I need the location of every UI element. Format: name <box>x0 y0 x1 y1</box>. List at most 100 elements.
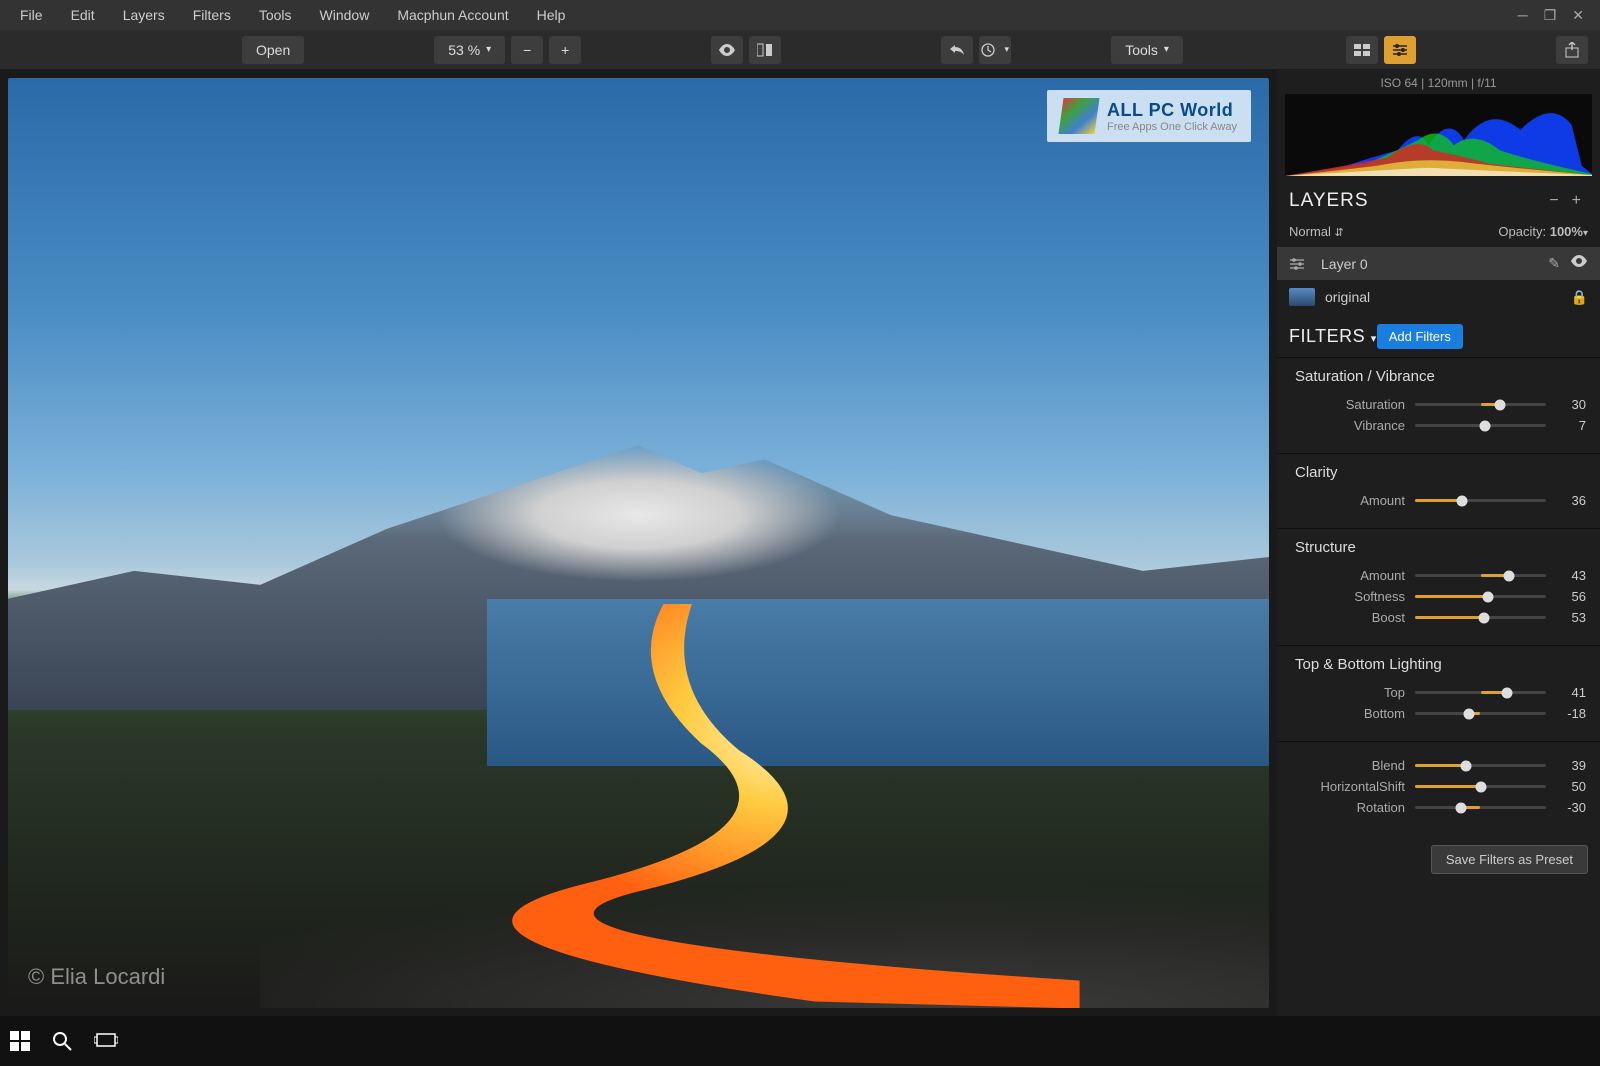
slider-knob[interactable] <box>1463 708 1474 719</box>
slider-value: 56 <box>1556 589 1586 604</box>
zoom-in-button[interactable]: + <box>549 36 581 64</box>
slider-value: 50 <box>1556 779 1586 794</box>
open-button[interactable]: Open <box>242 36 304 64</box>
slider-track[interactable] <box>1415 403 1546 406</box>
filter-group-title: Structure <box>1295 539 1586 556</box>
side-panel: ISO 64 | 120mm | f/11 LAYERS − + Normal … <box>1277 70 1600 1016</box>
slider-knob[interactable] <box>1483 591 1494 602</box>
slider-row: Bottom -18 <box>1295 706 1586 721</box>
chevron-down-icon: ▾ <box>1164 44 1169 55</box>
slider-label: Vibrance <box>1295 418 1405 433</box>
filter-group: Blend 39 HorizontalShift 50 Rotation -30 <box>1277 741 1600 835</box>
slider-knob[interactable] <box>1461 760 1472 771</box>
menu-help[interactable]: Help <box>523 1 580 29</box>
canvas-area[interactable]: © Elia Locardi ALL PC World Free Apps On… <box>0 70 1277 1016</box>
filter-group: Clarity Amount36 <box>1277 453 1600 528</box>
slider-row: Amount43 <box>1295 568 1586 583</box>
slider-value: -18 <box>1556 706 1586 721</box>
window-controls: ─ ❐ ✕ <box>1518 7 1594 24</box>
filter-group: Saturation / VibranceSaturation30Vibranc… <box>1277 357 1600 453</box>
minimize-icon[interactable]: ─ <box>1518 7 1528 24</box>
chevron-down-icon: ▾ <box>486 44 491 55</box>
slider-track[interactable] <box>1415 691 1546 694</box>
zoom-out-button[interactable]: − <box>511 36 543 64</box>
history-button[interactable]: ▾ <box>979 36 1011 64</box>
opacity-dropdown[interactable]: 100%▾ <box>1550 224 1588 239</box>
slider-knob[interactable] <box>1457 495 1468 506</box>
remove-layer-button[interactable]: − <box>1543 192 1565 210</box>
adjust-panel-button[interactable] <box>1384 36 1416 64</box>
presets-panel-button[interactable] <box>1346 36 1378 64</box>
slider-knob[interactable] <box>1495 399 1506 410</box>
chevron-down-icon: ▾ <box>1004 44 1009 55</box>
slider-row: Blend 39 <box>1295 758 1586 773</box>
taskview-icon[interactable] <box>94 1032 118 1050</box>
opacity-label: Opacity: <box>1498 224 1546 239</box>
slider-label: Top <box>1295 685 1405 700</box>
menu-edit[interactable]: Edit <box>57 1 109 29</box>
slider-value: -30 <box>1556 800 1586 815</box>
slider-track[interactable] <box>1415 806 1546 809</box>
menu-window[interactable]: Window <box>306 1 384 29</box>
chevron-down-icon: ▾ <box>1583 228 1588 239</box>
compare-button[interactable] <box>749 36 781 64</box>
slider-value: 30 <box>1556 397 1586 412</box>
slider-label: Blend <box>1295 758 1405 773</box>
slider-knob[interactable] <box>1479 612 1490 623</box>
slider-label: Rotation <box>1295 800 1405 815</box>
watermark-logo-icon <box>1058 98 1099 134</box>
start-icon[interactable] <box>10 1031 30 1051</box>
slider-knob[interactable] <box>1480 420 1491 431</box>
filter-group-title: Clarity <box>1295 464 1586 481</box>
brush-icon[interactable]: ✎ <box>1548 255 1560 272</box>
slider-track[interactable] <box>1415 785 1546 788</box>
slider-track[interactable] <box>1415 499 1546 502</box>
slider-knob[interactable] <box>1475 781 1486 792</box>
undo-button[interactable] <box>941 36 973 64</box>
blend-mode-dropdown[interactable]: Normal ⇵ <box>1289 224 1344 239</box>
slider-track[interactable] <box>1415 595 1546 598</box>
menu-tools[interactable]: Tools <box>245 1 306 29</box>
save-preset-button[interactable]: Save Filters as Preset <box>1431 845 1588 874</box>
chevron-down-icon: ▾ <box>1371 333 1377 345</box>
menu-file[interactable]: File <box>6 1 57 29</box>
maximize-icon[interactable]: ❐ <box>1544 7 1557 24</box>
histogram[interactable] <box>1285 94 1592 176</box>
preview-button[interactable] <box>711 36 743 64</box>
menu-macphun-account[interactable]: Macphun Account <box>383 1 522 29</box>
photo-credit: © Elia Locardi <box>28 964 165 990</box>
add-filters-button[interactable]: Add Filters <box>1377 324 1463 349</box>
slider-label: HorizontalShift <box>1295 779 1405 794</box>
slider-label: Bottom <box>1295 706 1405 721</box>
slider-track[interactable] <box>1415 424 1546 427</box>
slider-knob[interactable] <box>1503 570 1514 581</box>
slider-track[interactable] <box>1415 764 1546 767</box>
search-icon[interactable] <box>52 1031 72 1051</box>
menu-filters[interactable]: Filters <box>179 1 245 29</box>
slider-value: 7 <box>1556 418 1586 433</box>
add-layer-button[interactable]: + <box>1566 192 1588 210</box>
slider-label: Amount <box>1295 493 1405 508</box>
zoom-dropdown[interactable]: 53 %▾ <box>434 36 505 64</box>
export-button[interactable] <box>1556 36 1588 64</box>
layer-name: Layer 0 <box>1321 256 1538 272</box>
lock-icon: 🔒 <box>1571 289 1588 306</box>
slider-track[interactable] <box>1415 574 1546 577</box>
slider-label: Softness <box>1295 589 1405 604</box>
close-icon[interactable]: ✕ <box>1572 7 1584 24</box>
slider-knob[interactable] <box>1502 687 1513 698</box>
slider-track[interactable] <box>1415 616 1546 619</box>
layer-row[interactable]: original🔒 <box>1277 280 1600 314</box>
slider-row: Saturation30 <box>1295 397 1586 412</box>
layer-row[interactable]: Layer 0 ✎ <box>1277 247 1600 280</box>
slider-row: Amount36 <box>1295 493 1586 508</box>
slider-knob[interactable] <box>1455 802 1466 813</box>
tools-dropdown[interactable]: Tools▾ <box>1111 36 1183 64</box>
slider-label: Amount <box>1295 568 1405 583</box>
eye-icon[interactable] <box>1570 255 1588 272</box>
slider-track[interactable] <box>1415 712 1546 715</box>
filters-header[interactable]: FILTERS ▾ <box>1289 326 1377 347</box>
slider-value: 39 <box>1556 758 1586 773</box>
menu-layers[interactable]: Layers <box>109 1 179 29</box>
toolbar: Open 53 %▾ − + ▾ Tools▾ <box>0 30 1600 70</box>
